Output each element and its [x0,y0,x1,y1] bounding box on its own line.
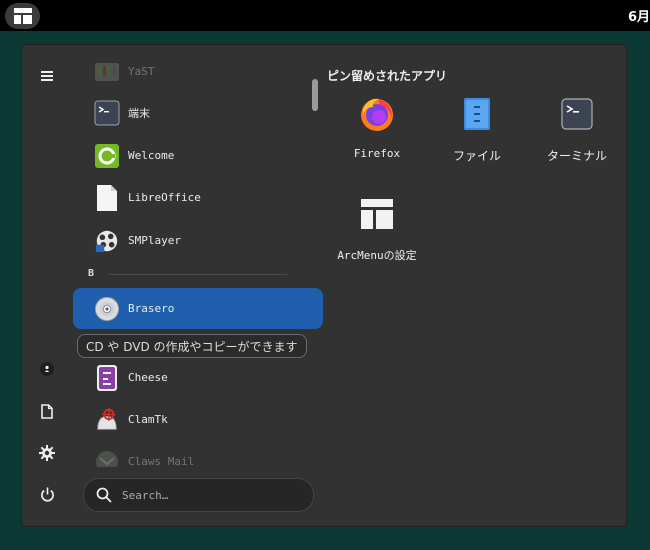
app-label: YaST [128,65,155,78]
claws-mail-icon [94,449,120,467]
pinned-app-label: ターミナル [546,149,607,163]
user-button[interactable] [32,354,62,384]
hamburger-menu-button[interactable] [32,61,62,91]
pinned-app-label: ArcMenuの設定 [337,249,417,262]
arcmenu-settings-icon [357,194,397,234]
pinned-app-terminal[interactable]: ターミナル [527,89,627,179]
category-header: B [88,268,95,279]
power-icon [40,487,54,501]
search-input[interactable] [120,487,304,503]
arcmenu-button[interactable] [5,3,40,29]
yast-icon [94,59,120,85]
terminal-icon [557,94,597,134]
smplayer-icon [94,228,120,254]
firefox-icon [357,94,397,134]
app-label: Cheese [128,371,168,384]
clock[interactable]: 6月 [628,6,650,25]
list-item-yast[interactable]: YaST [73,55,323,92]
list-item-terminal[interactable]: 端末 [73,92,323,133]
pinned-app-arcmenu-settings[interactable]: ArcMenuの設定 [327,189,427,279]
terminal-icon [94,100,120,126]
list-item-clamtk[interactable]: ClamTk [73,399,323,440]
sidebar [22,45,72,526]
settings-gear-icon [39,445,55,461]
opensuse-welcome-icon [94,143,120,169]
search-box[interactable] [83,478,314,512]
pinned-app-firefox[interactable]: Firefox [327,89,427,179]
arcmenu-layout-icon [13,8,32,24]
hamburger-menu-icon [41,71,53,81]
search-icon [96,487,112,503]
app-list-scrollbar[interactable] [312,79,318,111]
app-label: ClamTk [128,413,168,426]
files-icon [457,94,497,134]
list-item-claws-mail[interactable]: Claws Mail [73,441,323,467]
clamtk-icon [94,407,120,433]
app-label: 端末 [128,106,150,120]
top-bar: 6月 [0,0,650,31]
pinned-apps-title: ピン留めされたアプリ [327,69,448,83]
document-icon [41,403,53,419]
app-label: Brasero [128,302,175,315]
app-tooltip: CD や DVD の作成やコピーができます [77,334,307,358]
user-icon [40,362,54,376]
app-label: Welcome [128,149,175,162]
app-label: LibreOffice [128,191,201,204]
libreoffice-icon [94,184,120,211]
app-list[interactable]: YaST 端末 Welcome LibreOffice SMPlayer B B… [72,55,324,467]
pinned-app-label: Firefox [353,147,401,160]
power-button[interactable] [32,479,62,509]
pinned-app-files[interactable]: ファイル [427,89,527,179]
list-item-smplayer[interactable]: SMPlayer [73,220,323,261]
brasero-disc-icon [94,296,120,322]
list-item-welcome[interactable]: Welcome [73,135,323,176]
documents-button[interactable] [32,396,62,426]
settings-button[interactable] [32,438,62,468]
app-label: SMPlayer [128,234,181,247]
list-item-cheese[interactable]: Cheese [73,357,323,398]
cheese-icon [94,364,120,391]
list-item-brasero[interactable]: Brasero [73,288,323,329]
app-label: Claws Mail [128,455,195,467]
arcmenu-panel: YaST 端末 Welcome LibreOffice SMPlayer B B… [22,45,626,526]
list-item-libreoffice[interactable]: LibreOffice [73,177,323,218]
pinned-app-label: ファイル [452,149,501,163]
category-divider [109,274,287,275]
